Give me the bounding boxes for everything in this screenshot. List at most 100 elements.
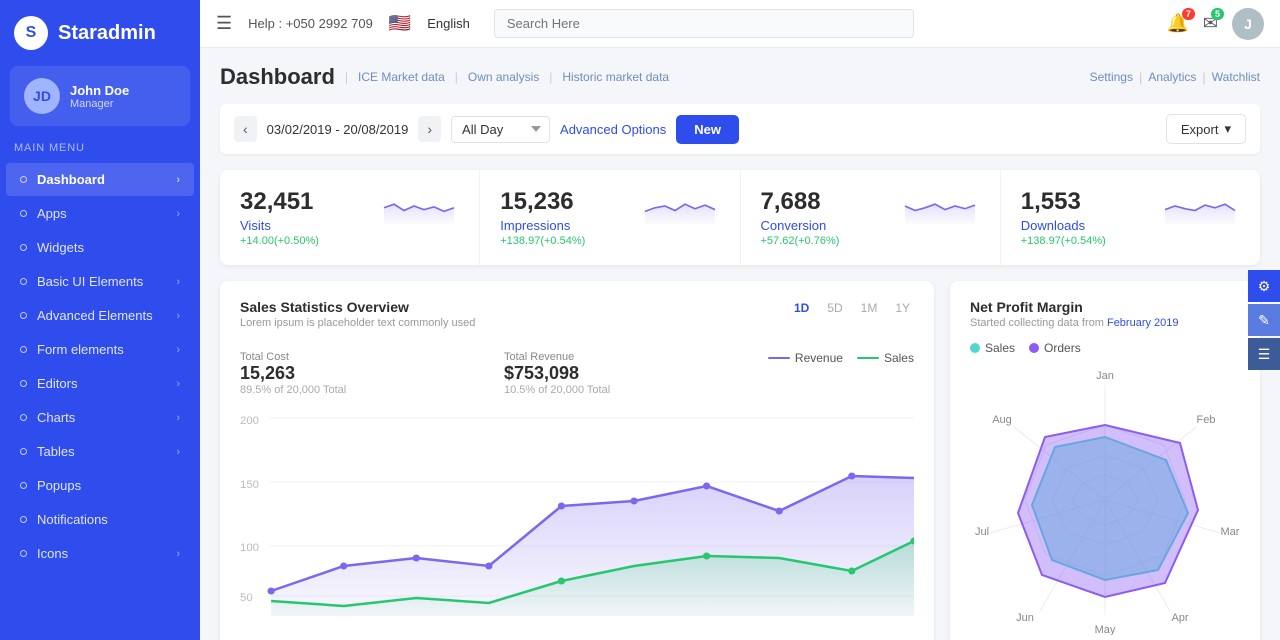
sidebar-item-label: Charts	[37, 410, 75, 425]
notification-btn[interactable]: 🔔 7	[1166, 13, 1188, 34]
time-filter-1d-btn[interactable]: 1D	[790, 299, 813, 317]
user-avatar-btn[interactable]: J	[1232, 8, 1264, 40]
stat-value: 15,236	[500, 188, 585, 216]
sidebar-item-label: Dashboard	[37, 172, 105, 187]
date-prev-btn[interactable]: ‹	[234, 116, 257, 142]
svg-text:Apr: Apr	[1171, 612, 1188, 624]
sparkline-chart	[1160, 188, 1240, 224]
watchlist-link[interactable]: Watchlist	[1212, 70, 1260, 84]
svg-text:50: 50	[240, 592, 253, 604]
breadcrumb-own[interactable]: Own analysis	[468, 70, 539, 84]
sidebar-item-dashboard[interactable]: Dashboard ›	[6, 163, 194, 196]
sidebar-item-label: Popups	[37, 478, 81, 493]
svg-text:Jun: Jun	[1016, 612, 1034, 624]
legend-sales: Sales	[857, 351, 914, 365]
advanced-options-link[interactable]: Advanced Options	[560, 122, 666, 137]
topbar: ☰ Help : +050 2992 709 🇺🇸 English 🔔 7 ✉ …	[200, 0, 1280, 48]
svg-text:Jul: Jul	[975, 526, 989, 538]
dashboard-title-area: Dashboard | ICE Market data | Own analys…	[220, 64, 669, 90]
time-filter-1m-btn[interactable]: 1M	[857, 299, 882, 317]
breadcrumb-historic[interactable]: Historic market data	[562, 70, 669, 84]
analytics-link[interactable]: Analytics	[1148, 70, 1196, 84]
total-cost-pct: 89.5% of 20,000 Total	[240, 384, 346, 396]
stats-row: 32,451 Visits +14.00(+0.50%) 15,236 Impr…	[220, 170, 1260, 265]
dashboard-header: Dashboard | ICE Market data | Own analys…	[220, 64, 1260, 90]
svg-text:Mar: Mar	[1221, 526, 1240, 538]
sidebar-item-notifications[interactable]: Notifications	[6, 503, 194, 536]
total-revenue-pct: 10.5% of 20,000 Total	[504, 384, 610, 396]
stat-value: 32,451	[240, 188, 319, 216]
chevron-right-icon: ›	[176, 446, 180, 458]
sidebar: S Staradmin JD John Doe Manager Main Men…	[0, 0, 200, 640]
svg-text:Aug: Aug	[992, 414, 1012, 426]
sales-panel-subtitle: Lorem ipsum is placeholder text commonly…	[240, 317, 475, 329]
new-button[interactable]: New	[676, 115, 739, 144]
stat-value: 1,553	[1021, 188, 1106, 216]
sparkline-chart	[900, 188, 980, 224]
chevron-down-icon: ▾	[1224, 121, 1231, 137]
radar-chart: Jan Feb Mar Apr May Jun Jul Aug	[970, 365, 1240, 635]
nav-dot-icon	[20, 550, 27, 557]
nav-dot-icon	[20, 516, 27, 523]
time-filter-5d-btn[interactable]: 5D	[823, 299, 846, 317]
language-selector[interactable]: English	[427, 16, 470, 31]
sidebar-item-form-elements[interactable]: Form elements ›	[6, 333, 194, 366]
date-next-btn[interactable]: ›	[418, 116, 441, 142]
chevron-right-icon: ›	[176, 378, 180, 390]
sidebar-item-icons[interactable]: Icons ›	[6, 537, 194, 570]
float-list-btn[interactable]: ☰	[1248, 338, 1280, 370]
stat-change: +14.00(+0.50%)	[240, 235, 319, 247]
svg-text:Feb: Feb	[1197, 414, 1216, 426]
total-cost-value: 15,263	[240, 363, 346, 384]
topbar-right: 🔔 7 ✉ 5 J	[1166, 8, 1264, 40]
time-filters: 1D 5D 1M 1Y	[790, 299, 914, 317]
total-revenue-stat: Total Revenue $753,098 10.5% of 20,000 T…	[504, 351, 610, 396]
sidebar-item-popups[interactable]: Popups	[6, 469, 194, 502]
sidebar-item-label: Basic UI Elements	[37, 274, 143, 289]
chevron-right-icon: ›	[176, 276, 180, 288]
mail-btn[interactable]: ✉ 5	[1203, 13, 1218, 34]
chevron-right-icon: ›	[176, 310, 180, 322]
nav-dot-icon	[20, 414, 27, 421]
user-role: Manager	[70, 98, 129, 110]
svg-text:100: 100	[240, 542, 259, 554]
total-cost-stat: Total Cost 15,263 89.5% of 20,000 Total	[240, 351, 346, 396]
nav-dot-icon	[20, 448, 27, 455]
chevron-right-icon: ›	[176, 344, 180, 356]
float-edit-btn[interactable]: ✎	[1248, 304, 1280, 336]
sidebar-item-label: Notifications	[37, 512, 108, 527]
breadcrumb-ice[interactable]: ICE Market data	[358, 70, 445, 84]
avatar: JD	[24, 78, 60, 114]
chevron-right-icon: ›	[176, 548, 180, 560]
chart-legend: Revenue Sales	[768, 351, 914, 365]
sidebar-item-charts[interactable]: Charts ›	[6, 401, 194, 434]
hamburger-icon[interactable]: ☰	[216, 13, 232, 34]
bottom-panels: Sales Statistics Overview Lorem ipsum is…	[220, 281, 1260, 640]
np-subtitle: Started collecting data from February 20…	[970, 317, 1240, 329]
search-input[interactable]	[494, 9, 914, 38]
time-filter-1y-btn[interactable]: 1Y	[891, 299, 914, 317]
sidebar-item-advanced-elements[interactable]: Advanced Elements ›	[6, 299, 194, 332]
float-settings-btn[interactable]: ⚙	[1248, 270, 1280, 302]
page-title: Dashboard	[220, 64, 335, 90]
nav-dot-icon	[20, 346, 27, 353]
nav-dot-icon	[20, 380, 27, 387]
sidebar-item-basic-ui[interactable]: Basic UI Elements ›	[6, 265, 194, 298]
user-card[interactable]: JD John Doe Manager	[10, 66, 190, 126]
time-filter-select[interactable]: All Day Last Week Last Month	[451, 116, 550, 143]
notification-badge: 7	[1182, 8, 1195, 20]
legend-revenue: Revenue	[768, 351, 843, 365]
sidebar-item-editors[interactable]: Editors ›	[6, 367, 194, 400]
export-button[interactable]: Export ▾	[1166, 114, 1246, 144]
sidebar-item-label: Apps	[37, 206, 67, 221]
sidebar-item-widgets[interactable]: Widgets	[6, 231, 194, 264]
main-content: ☰ Help : +050 2992 709 🇺🇸 English 🔔 7 ✉ …	[200, 0, 1280, 640]
sidebar-item-apps[interactable]: Apps ›	[6, 197, 194, 230]
settings-link[interactable]: Settings	[1090, 70, 1133, 84]
sidebar-item-label: Widgets	[37, 240, 84, 255]
sparkline-chart	[640, 188, 720, 224]
sidebar-item-tables[interactable]: Tables ›	[6, 435, 194, 468]
line-chart: 200 150 100 50	[240, 406, 914, 629]
chevron-right-icon: ›	[176, 208, 180, 220]
stat-card-downloads: 1,553 Downloads +138.97(+0.54%)	[1001, 170, 1260, 265]
